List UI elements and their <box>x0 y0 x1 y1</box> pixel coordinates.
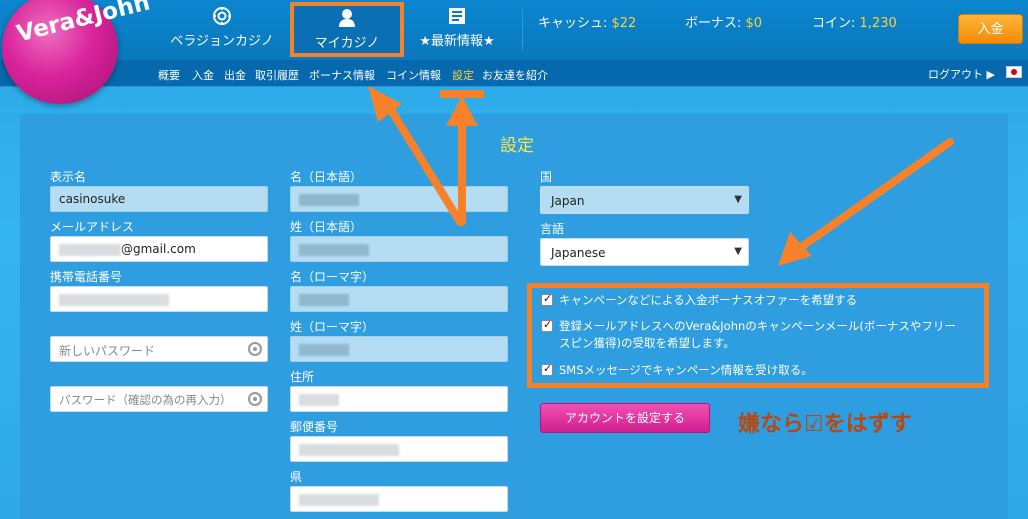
subnav-deposit[interactable]: 入金 <box>192 67 214 83</box>
language-select[interactable]: Japanese ▼ <box>540 238 749 266</box>
my-casino-highlight-box <box>290 2 404 57</box>
display-name-label: 表示名 <box>50 170 87 184</box>
set-account-button[interactable]: アカウントを設定する <box>540 403 710 433</box>
sms-checkbox[interactable] <box>541 362 553 376</box>
confirm-password-placeholder: パスワード（確認の為の再入力） <box>59 393 232 407</box>
nav-label: ★最新情報★ <box>419 34 495 49</box>
email-field[interactable]: @gmail.com <box>50 236 268 262</box>
subnav-overview[interactable]: 概要 <box>158 67 180 83</box>
language-value: Japanese <box>551 246 606 260</box>
coin-value: 1,230 <box>859 16 897 31</box>
display-name-field: casinosuke <box>50 186 268 212</box>
subnav-settings[interactable]: 設定 <box>452 67 474 83</box>
country-value: Japan <box>551 194 585 208</box>
japan-flag-icon[interactable] <box>1006 66 1022 78</box>
postal-code-field[interactable] <box>290 436 508 462</box>
country-select[interactable]: Japan ▼ <box>540 186 749 214</box>
vera-john-logo[interactable]: Vera&John <box>2 0 153 104</box>
campaign-email-checkbox[interactable] <box>541 318 553 332</box>
country-label: 国 <box>540 170 553 184</box>
subnav-bonus-info[interactable]: ボーナス情報 <box>309 67 375 83</box>
dropdown-arrow-icon: ▼ <box>734 194 742 205</box>
news-icon <box>449 8 465 24</box>
cash-value: $22 <box>611 16 637 31</box>
bonus-value: $0 <box>745 16 763 31</box>
password-reveal-icon[interactable] <box>248 392 262 406</box>
first-name-roman-label: 名（ローマ字） <box>290 270 375 284</box>
email-label: メールアドレス <box>50 220 135 234</box>
phone-field[interactable] <box>50 286 268 312</box>
phone-label: 携帯電話番号 <box>50 270 123 284</box>
subnav-coin-info[interactable]: コイン情報 <box>386 67 441 83</box>
logout-label: ログアウト <box>928 68 983 81</box>
address-label: 住所 <box>290 370 315 384</box>
confirm-password-field[interactable]: パスワード（確認の為の再入力） <box>50 386 268 412</box>
bonus-balance: ボーナス: $0 <box>685 12 762 31</box>
nav-label: ベラジョンカジノ <box>170 34 274 49</box>
subnav-withdraw[interactable]: 出金 <box>224 67 246 83</box>
dropdown-arrow-icon: ▼ <box>734 246 742 257</box>
coin-balance: コイン: 1,230 <box>812 12 897 31</box>
address-field[interactable] <box>290 386 508 412</box>
nav-latest-news[interactable]: ★最新情報★ <box>414 6 500 54</box>
new-password-field[interactable]: 新しいパスワード <box>50 336 268 362</box>
page-title: 設定 <box>500 136 534 156</box>
coin-label: コイン: <box>812 16 860 31</box>
bonus-offer-label: キャンペーンなどによる入金ボーナスオファーを希望する <box>559 293 858 307</box>
logo-text: Vera&John <box>14 0 153 48</box>
last-name-jp-label: 姓（日本語） <box>290 220 363 234</box>
cash-label: キャッシュ: <box>538 16 612 31</box>
nav-verajohn-casino[interactable]: ベラジョンカジノ <box>168 6 276 54</box>
last-name-roman-field <box>290 336 508 362</box>
sms-label: SMSメッセージでキャンペーン情報を受け取る。 <box>559 363 813 377</box>
language-label: 言語 <box>540 222 565 236</box>
last-name-jp-field <box>290 236 508 262</box>
bonus-offer-checkbox[interactable] <box>541 292 553 306</box>
first-name-jp-field <box>290 186 508 212</box>
last-name-roman-label: 姓（ローマ字） <box>290 320 375 334</box>
subnav-refer-friend[interactable]: お友達を紹介 <box>482 67 548 83</box>
annotation-text: 嫌なら☑をはずす <box>738 412 912 437</box>
first-name-jp-label: 名（日本語） <box>290 170 363 184</box>
subnav-transactions[interactable]: 取引履歴 <box>255 67 299 83</box>
first-name-roman-field <box>290 286 508 312</box>
display-name-value: casinosuke <box>59 192 126 206</box>
deposit-button[interactable]: 入金 <box>958 14 1023 44</box>
cash-balance: キャッシュ: $22 <box>538 12 636 31</box>
bonus-label: ボーナス: <box>685 16 746 31</box>
chip-icon <box>213 7 231 25</box>
campaign-email-label: 登録メールアドレスへのVera&Johnのキャンペーンメール(ボーナスやフリース… <box>559 319 956 350</box>
logout-link[interactable]: ログアウト ▶ <box>928 66 995 82</box>
password-reveal-icon[interactable] <box>248 342 262 356</box>
new-password-placeholder: 新しいパスワード <box>59 344 156 358</box>
email-value: @gmail.com <box>121 242 196 256</box>
prefecture-label: 県 <box>290 470 303 484</box>
postal-code-label: 郵便番号 <box>290 420 339 434</box>
prefecture-field[interactable] <box>290 486 508 512</box>
